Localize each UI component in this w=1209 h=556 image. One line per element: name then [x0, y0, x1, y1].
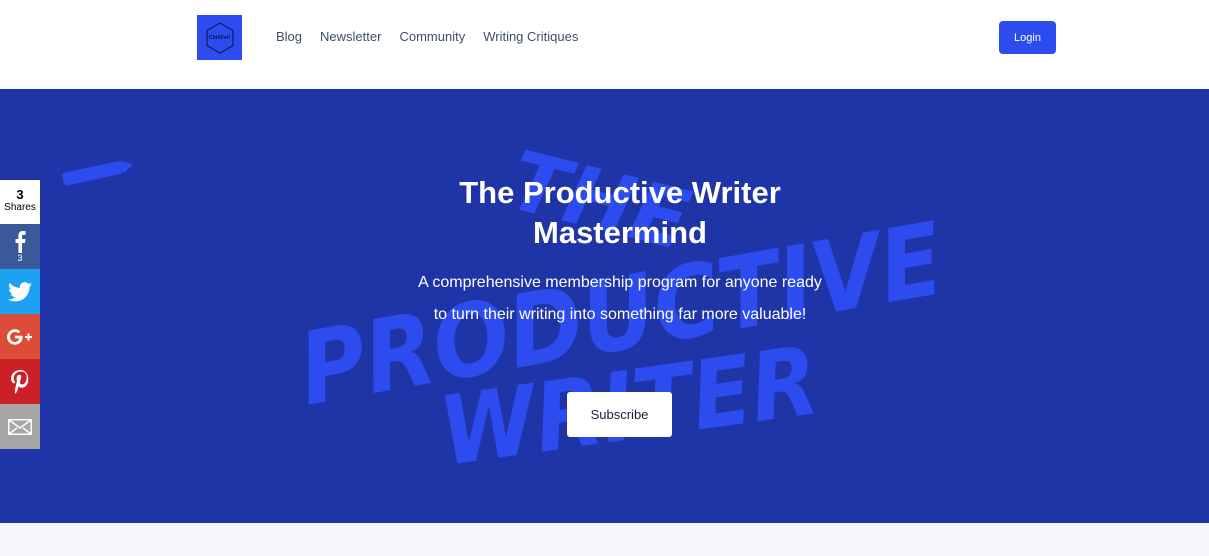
nav-community[interactable]: Community — [399, 29, 465, 44]
top-navigation-bar: ChillFell Blog Newsletter Community Writ… — [0, 0, 1209, 89]
pinterest-icon — [11, 369, 29, 394]
hero-section: THE PRODUCTIVE WRITER The Productive Wri… — [0, 89, 1209, 523]
share-count-label: Shares — [4, 202, 36, 213]
facebook-share-button[interactable]: 3 — [0, 224, 40, 269]
site-logo[interactable]: ChillFell — [197, 15, 242, 60]
pinterest-share-button[interactable] — [0, 359, 40, 404]
google-plus-icon — [7, 328, 32, 345]
share-count: 3 — [16, 187, 24, 202]
main-nav: Blog Newsletter Community Writing Critiq… — [276, 29, 578, 44]
nav-newsletter[interactable]: Newsletter — [320, 29, 381, 44]
twitter-share-button[interactable] — [0, 269, 40, 314]
facebook-share-count: 3 — [17, 252, 23, 263]
subscribe-button[interactable]: Subscribe — [567, 392, 672, 437]
login-button[interactable]: Login — [999, 21, 1056, 54]
email-icon — [8, 418, 32, 435]
email-share-button[interactable] — [0, 404, 40, 449]
nav-blog[interactable]: Blog — [276, 29, 302, 44]
share-counter: 3 Shares — [0, 180, 40, 224]
twitter-icon — [8, 281, 32, 301]
pencil-icon — [62, 160, 134, 186]
hero-subtitle: A comprehensive membership program for a… — [418, 274, 822, 323]
hero-title: The Productive Writer Mastermind — [459, 175, 781, 250]
nav-writing-critiques[interactable]: Writing Critiques — [483, 29, 578, 44]
google-plus-share-button[interactable] — [0, 314, 40, 359]
social-share-bar: 3 Shares 3 — [0, 180, 40, 449]
logo-text: ChillFell — [208, 34, 231, 41]
facebook-icon — [15, 230, 26, 253]
